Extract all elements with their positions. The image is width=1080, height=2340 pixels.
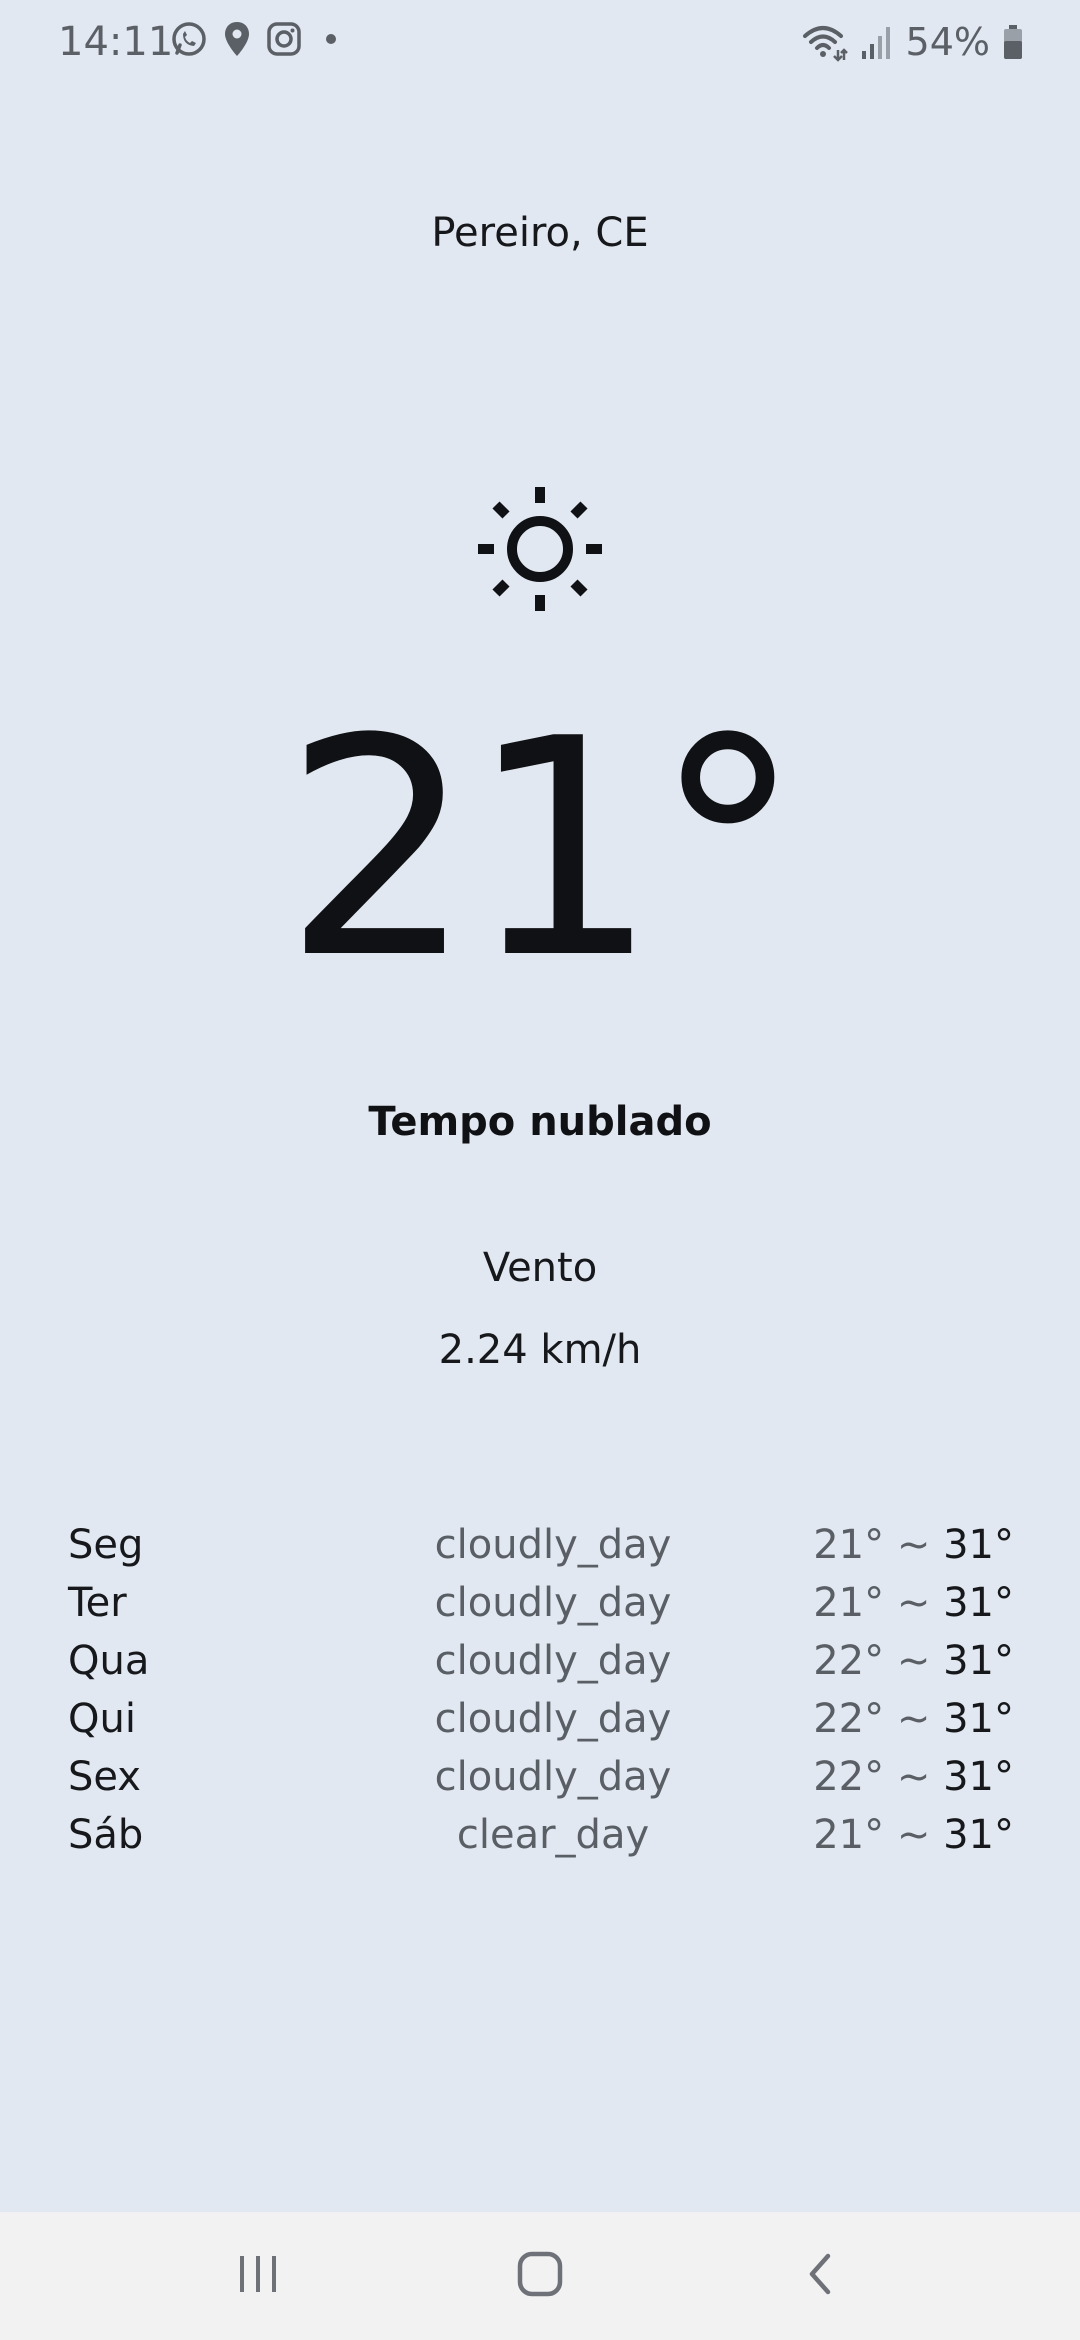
forecast-separator: ~ xyxy=(896,1696,931,1742)
forecast-row: Sáb clear_day 21° ~ 31° xyxy=(68,1806,1014,1864)
forecast-min: 21° xyxy=(813,1812,885,1858)
forecast-range: 22° ~ 31° xyxy=(813,1632,1014,1690)
wind-label: Vento xyxy=(482,1245,598,1291)
location-pin-icon xyxy=(222,20,252,58)
forecast-day: Sex xyxy=(68,1754,141,1800)
back-button[interactable] xyxy=(760,2234,880,2318)
status-time: 14:11 xyxy=(58,19,174,65)
forecast-condition: cloudly_day xyxy=(434,1638,672,1684)
sun-icon xyxy=(475,484,605,614)
battery-percent: 54% xyxy=(905,20,990,64)
forecast-min: 21° xyxy=(813,1522,885,1568)
home-button[interactable] xyxy=(480,2234,600,2318)
forecast-list: Seg cloudly_day 21° ~ 31° Ter cloudly_da… xyxy=(68,1516,1014,1864)
forecast-range: 21° ~ 31° xyxy=(813,1806,1014,1864)
forecast-min: 22° xyxy=(813,1638,885,1684)
navigation-bar xyxy=(0,2212,1080,2340)
forecast-condition: cloudly_day xyxy=(434,1522,672,1568)
forecast-condition: cloudly_day xyxy=(434,1580,672,1626)
forecast-range: 21° ~ 31° xyxy=(813,1574,1014,1632)
forecast-row: Seg cloudly_day 21° ~ 31° xyxy=(68,1516,1014,1574)
forecast-max: 31° xyxy=(943,1522,1014,1568)
forecast-max: 31° xyxy=(943,1696,1014,1742)
forecast-min: 21° xyxy=(813,1580,885,1626)
notification-icons xyxy=(170,20,346,58)
signal-icon xyxy=(860,23,894,61)
forecast-condition: cloudly_day xyxy=(434,1696,672,1742)
weather-description: Tempo nublado xyxy=(368,1099,712,1145)
forecast-condition: cloudly_day xyxy=(434,1754,672,1800)
forecast-max: 31° xyxy=(943,1638,1014,1684)
forecast-row: Qua cloudly_day 22° ~ 31° xyxy=(68,1632,1014,1690)
forecast-day: Seg xyxy=(68,1522,144,1568)
forecast-separator: ~ xyxy=(896,1580,931,1626)
current-temperature: 21° xyxy=(283,675,803,1024)
city-name: Pereiro, CE xyxy=(431,210,649,256)
recent-apps-icon xyxy=(236,2252,280,2300)
forecast-separator: ~ xyxy=(896,1638,931,1684)
forecast-separator: ~ xyxy=(896,1754,931,1800)
status-bar: 14:11 54% xyxy=(0,0,1080,84)
forecast-day: Qui xyxy=(68,1696,136,1742)
forecast-row: Qui cloudly_day 22° ~ 31° xyxy=(68,1690,1014,1748)
whatsapp-icon xyxy=(170,20,208,58)
forecast-row: Sex cloudly_day 22° ~ 31° xyxy=(68,1748,1014,1806)
forecast-max: 31° xyxy=(943,1754,1014,1800)
forecast-separator: ~ xyxy=(896,1812,931,1858)
back-icon xyxy=(802,2250,838,2302)
forecast-min: 22° xyxy=(813,1696,885,1742)
dot-icon xyxy=(316,21,346,57)
forecast-range: 22° ~ 31° xyxy=(813,1690,1014,1748)
forecast-day: Sáb xyxy=(68,1812,144,1858)
forecast-range: 21° ~ 31° xyxy=(813,1516,1014,1574)
forecast-condition: clear_day xyxy=(456,1812,650,1858)
forecast-range: 22° ~ 31° xyxy=(813,1748,1014,1806)
forecast-day: Qua xyxy=(68,1638,150,1684)
recent-apps-button[interactable] xyxy=(198,2234,318,2318)
forecast-row: Ter cloudly_day 21° ~ 31° xyxy=(68,1574,1014,1632)
forecast-max: 31° xyxy=(943,1812,1014,1858)
battery-icon xyxy=(1002,23,1024,61)
home-icon xyxy=(516,2250,564,2302)
forecast-min: 22° xyxy=(813,1754,885,1800)
instagram-icon xyxy=(266,21,302,57)
wifi-icon xyxy=(802,22,848,62)
forecast-max: 31° xyxy=(943,1580,1014,1626)
wind-speed: 2.24 km/h xyxy=(438,1327,642,1373)
forecast-day: Ter xyxy=(68,1580,127,1626)
system-icons: 54% xyxy=(802,20,1024,64)
forecast-separator: ~ xyxy=(896,1522,931,1568)
